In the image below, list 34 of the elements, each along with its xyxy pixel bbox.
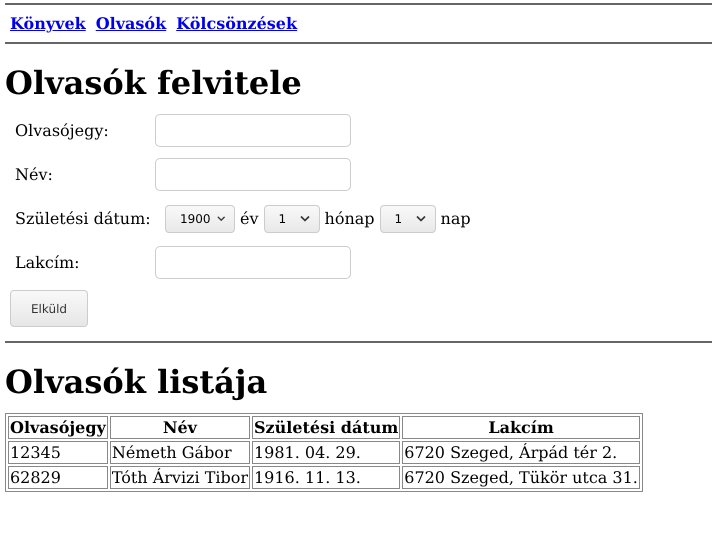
- nav-link[interactable]: Könyvek: [10, 14, 86, 33]
- table-cell: 1916. 11. 13.: [252, 466, 400, 489]
- table-cell: 6720 Szeged, Árpád tér 2.: [402, 441, 640, 464]
- input-field[interactable]: [155, 158, 351, 191]
- dropdown[interactable]: 1: [264, 204, 320, 232]
- table-cell: 62829: [8, 466, 108, 489]
- column-header: Olvasójegy: [8, 416, 108, 439]
- table-cell: Németh Gábor: [110, 441, 250, 464]
- page-heading: Olvasók listája: [5, 363, 268, 401]
- table-cell: Tóth Árvizi Tibor: [110, 466, 250, 489]
- field-label: Név:: [15, 165, 54, 184]
- field-label: Lakcím:: [15, 253, 80, 272]
- column-header: Név: [110, 416, 250, 439]
- input-field[interactable]: [155, 246, 351, 279]
- input-field[interactable]: [155, 114, 351, 147]
- unit-label: nap: [440, 209, 471, 228]
- column-header: Születési dátum: [252, 416, 400, 439]
- chevron-icon: [416, 215, 426, 222]
- column-header: Lakcím: [402, 416, 640, 439]
- field-label: Olvasójegy:: [15, 121, 110, 140]
- unit-label: év: [240, 209, 259, 228]
- nav-link[interactable]: Olvasók: [96, 14, 166, 33]
- unit-label: hónap: [324, 209, 375, 228]
- submit-button[interactable]: Elküld: [10, 290, 88, 327]
- table-cell: 6720 Szeged, Tükör utca 31.: [402, 466, 640, 489]
- chevron-icon: [300, 215, 310, 222]
- field-label: Születési dátum:: [15, 209, 152, 228]
- chevron-icon: [216, 215, 225, 222]
- table-cell: 1981. 04. 29.: [252, 441, 400, 464]
- table-cell: 12345: [8, 441, 108, 464]
- dropdown[interactable]: 1: [380, 204, 436, 232]
- dropdown[interactable]: 1900: [165, 204, 235, 232]
- nav-link[interactable]: Kölcsönzések: [176, 14, 298, 33]
- page-heading: Olvasók felvitele: [5, 64, 303, 102]
